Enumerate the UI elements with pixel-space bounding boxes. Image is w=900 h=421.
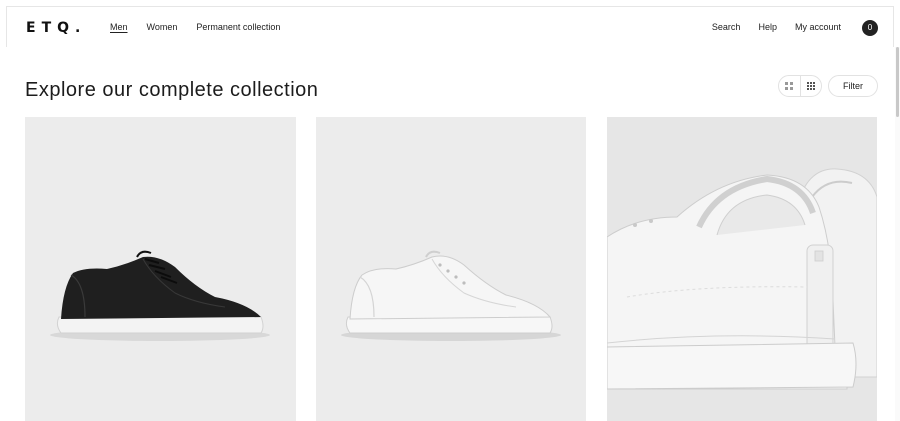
nav-link-my-account[interactable]: My account (795, 22, 841, 32)
scrollbar-thumb[interactable] (896, 47, 899, 117)
view-mode-toggle (778, 75, 822, 97)
nav-link-women[interactable]: Women (147, 22, 178, 32)
page-title: Explore our complete collection (25, 79, 319, 101)
main-nav: Men Women Permanent collection (110, 22, 280, 32)
large-grid-icon (785, 82, 794, 90)
small-grid-view-button[interactable] (799, 76, 822, 96)
top-navigation-bar: ETQ. Men Women Permanent collection Sear… (6, 6, 894, 47)
nav-link-search[interactable]: Search (712, 22, 741, 32)
utility-nav: Search Help My account (712, 22, 841, 32)
product-card[interactable] (25, 117, 296, 421)
brand-logo[interactable]: ETQ. (26, 20, 86, 36)
nav-link-permanent-collection[interactable]: Permanent collection (196, 22, 280, 32)
product-card[interactable] (607, 117, 877, 421)
nav-link-men[interactable]: Men (110, 22, 128, 32)
black-sneaker-image (25, 117, 296, 421)
product-card[interactable] (316, 117, 586, 421)
cart-count-badge[interactable]: 0 (862, 20, 878, 36)
small-grid-icon (806, 82, 815, 90)
filter-button[interactable]: Filter (828, 75, 878, 97)
large-grid-view-button[interactable] (779, 76, 800, 96)
white-sneaker-image (316, 117, 586, 421)
nav-link-help[interactable]: Help (758, 22, 777, 32)
white-sneakers-closeup-image (607, 117, 877, 421)
